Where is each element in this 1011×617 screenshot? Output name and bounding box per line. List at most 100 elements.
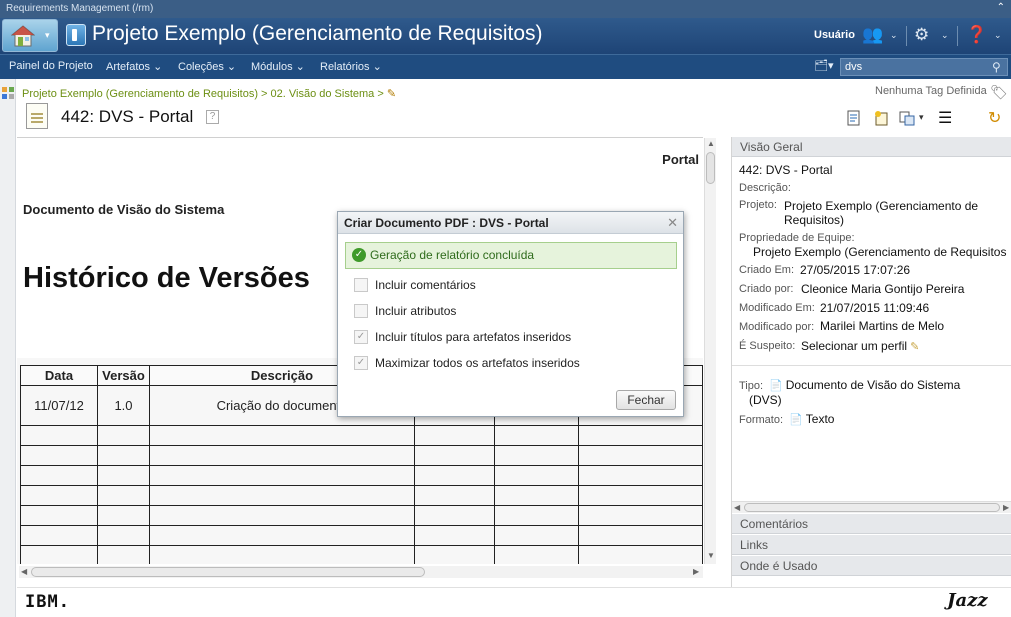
- team-value: Projeto Exemplo (Gerenciamento de Requis…: [753, 245, 1007, 259]
- overview-section-header[interactable]: Visão Geral: [732, 137, 1011, 157]
- scroll-right-icon[interactable]: ▶: [1003, 503, 1009, 512]
- banner: ▾ Projeto Exemplo (Gerenciamento de Requ…: [0, 18, 1011, 54]
- links-section-header[interactable]: Links: [732, 535, 1011, 555]
- menu-icon[interactable]: ☰: [938, 108, 952, 128]
- created-by-value: Cleonice Maria Gontijo Pereira: [801, 282, 965, 296]
- scroll-thumb[interactable]: [706, 152, 715, 184]
- scroll-left-icon[interactable]: ◀: [21, 567, 27, 576]
- nav-bar: Painel do Projeto Artefatos ⌄ Coleções ⌄…: [0, 54, 1011, 79]
- select-profile-link[interactable]: Selecionar um perfil: [801, 339, 907, 353]
- chevron-down-icon[interactable]: ▾: [919, 112, 924, 123]
- success-message: ✓ Geração de relatório concluída: [345, 242, 677, 269]
- side-horizontal-scrollbar[interactable]: ◀ ▶: [732, 501, 1011, 513]
- profile-icon[interactable]: ✎: [910, 341, 919, 353]
- properties-icon[interactable]: [846, 110, 862, 126]
- checkbox-checked[interactable]: ✓: [354, 356, 368, 370]
- app-name: Requirements Management (/rm): [6, 3, 154, 14]
- tag-status[interactable]: Nenhuma Tag Definida: [875, 85, 987, 97]
- table-row: [20, 505, 703, 526]
- help-icon[interactable]: ❓: [966, 25, 987, 45]
- app-strip: Requirements Management (/rm) ⌃: [0, 0, 1011, 18]
- artifact-name: 442: DVS - Portal: [739, 163, 833, 177]
- close-icon[interactable]: ✕: [667, 215, 678, 231]
- edit-pencil-icon[interactable]: ✎: [387, 88, 396, 100]
- help-icon[interactable]: ?: [206, 110, 219, 124]
- scroll-thumb[interactable]: [744, 503, 1000, 512]
- description-label: Descrição:: [739, 182, 791, 194]
- nav-modulos[interactable]: Módulos ⌄: [251, 60, 305, 73]
- checkbox[interactable]: [354, 304, 368, 318]
- grid-icon[interactable]: [2, 87, 14, 99]
- breadcrumb[interactable]: Projeto Exemplo (Gerenciamento de Requis…: [22, 87, 396, 100]
- where-used-section-header[interactable]: Onde é Usado: [732, 556, 1011, 576]
- table-row: [20, 465, 703, 486]
- search-icon[interactable]: ⚲: [992, 60, 1001, 74]
- search-scope-icon[interactable]: 🗂▾: [814, 59, 834, 72]
- project-icon: [66, 24, 86, 46]
- cell-date: 11/07/12: [20, 385, 98, 426]
- table-row: [20, 525, 703, 546]
- left-rail: [0, 79, 16, 617]
- created-on-label: Criado Em:: [739, 264, 795, 276]
- type-label: Tipo:: [739, 380, 764, 392]
- footer: IBM. Jazz: [17, 587, 1011, 617]
- table-row: [20, 545, 703, 564]
- divider: [732, 365, 1011, 366]
- table-row: [20, 485, 703, 506]
- project-label: Projeto:: [739, 199, 777, 211]
- type-icon: 📄: [769, 380, 783, 392]
- type-value[interactable]: Documento de Visão do Sistema: [786, 378, 961, 392]
- gear-icon[interactable]: ⚙: [914, 25, 929, 45]
- chevron-down-icon[interactable]: ⌄: [941, 30, 949, 41]
- chevron-down-icon[interactable]: ⌄: [994, 30, 1002, 41]
- home-menu-button[interactable]: ▾: [2, 19, 58, 52]
- nav-relatorios[interactable]: Relatórios ⌄: [320, 60, 382, 73]
- nav-colecoes[interactable]: Coleções ⌄: [178, 60, 236, 73]
- scroll-right-icon[interactable]: ▶: [693, 567, 699, 576]
- project-title[interactable]: Projeto Exemplo (Gerenciamento de Requis…: [92, 22, 543, 46]
- jazz-logo: Jazz: [947, 590, 988, 611]
- col-header-date: Data: [20, 365, 98, 386]
- scroll-up-icon[interactable]: ▲: [707, 139, 715, 148]
- home-icon: [11, 25, 35, 47]
- created-by-label: Criado por:: [739, 283, 794, 295]
- users-icon[interactable]: 👥: [862, 25, 883, 45]
- scroll-thumb[interactable]: [31, 567, 425, 577]
- divider: [906, 26, 907, 46]
- refresh-icon[interactable]: ↻: [988, 108, 1001, 128]
- modified-by-label: Modificado por:: [739, 321, 815, 333]
- side-panel: Visão Geral 442: DVS - Portal Descrição:…: [731, 137, 1011, 587]
- content-vertical-scrollbar[interactable]: ▲ ▼: [704, 138, 716, 564]
- scroll-down-icon[interactable]: ▼: [707, 551, 715, 560]
- tag-icon[interactable]: 🏷: [990, 84, 1008, 101]
- col-header-version: Versão: [97, 365, 150, 386]
- modified-on-value: 21/07/2015 11:09:46: [820, 301, 930, 315]
- format-icon: 📄: [789, 414, 803, 426]
- content-horizontal-scrollbar[interactable]: ◀ ▶: [19, 566, 703, 578]
- modified-by-value: Marilei Martins de Melo: [820, 319, 945, 333]
- check-circle-icon: ✓: [352, 248, 366, 262]
- artifact-title: 442: DVS - Portal: [61, 107, 194, 126]
- export-icon[interactable]: [899, 110, 915, 126]
- checkbox[interactable]: [354, 278, 368, 292]
- checkbox-checked[interactable]: ✓: [354, 330, 368, 344]
- modified-on-label: Modificado Em:: [739, 302, 815, 314]
- table-row: [20, 445, 703, 466]
- ibm-logo: IBM.: [25, 592, 70, 612]
- new-artifact-icon[interactable]: [873, 110, 889, 126]
- document-name: Documento de Visão do Sistema: [23, 202, 225, 217]
- team-label: Propriedade de Equipe:: [739, 232, 855, 244]
- search-input[interactable]: [840, 58, 1008, 76]
- chevron-down-icon[interactable]: ⌄: [890, 30, 898, 41]
- scroll-left-icon[interactable]: ◀: [734, 503, 740, 512]
- nav-artefatos[interactable]: Artefatos ⌄: [106, 60, 162, 73]
- comments-section-header[interactable]: Comentários: [732, 514, 1011, 534]
- nav-painel-do-projeto[interactable]: Painel do Projeto: [9, 60, 93, 72]
- project-value: Projeto Exemplo (Gerenciamento de: [784, 199, 979, 213]
- table-row: [20, 425, 703, 446]
- collapse-icon[interactable]: ⌃: [997, 2, 1005, 13]
- user-menu-label[interactable]: Usuário: [814, 29, 855, 41]
- close-button[interactable]: Fechar: [616, 390, 676, 410]
- created-on-value: 27/05/2015 17:07:26: [800, 263, 911, 277]
- document-icon: [26, 103, 48, 129]
